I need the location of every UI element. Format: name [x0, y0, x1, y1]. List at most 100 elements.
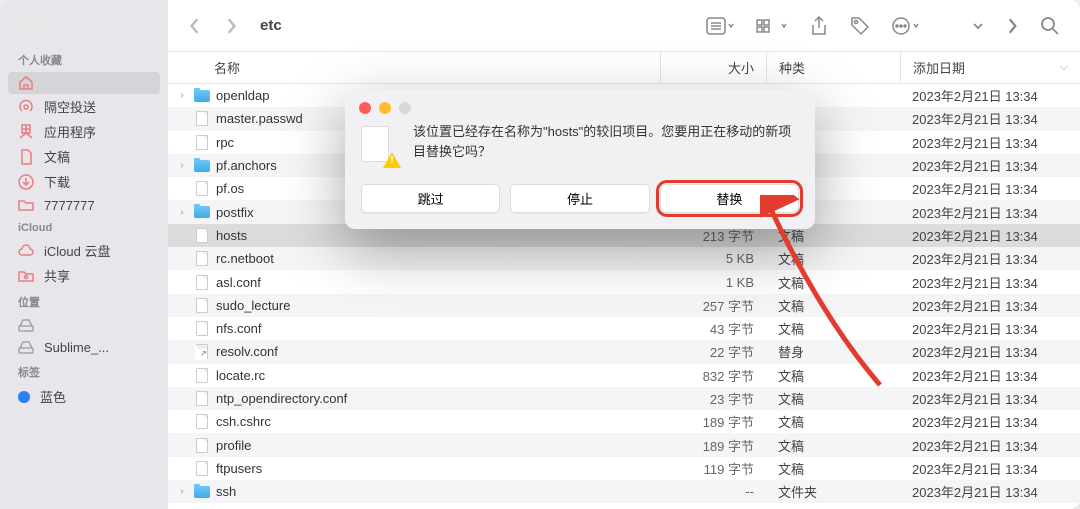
replace-button[interactable]: 替换	[660, 184, 799, 213]
warning-document-icon: !	[361, 126, 401, 166]
file-date: 2023年2月21日 13:34	[900, 296, 1080, 315]
sidebar-item[interactable]: 应用程序	[0, 119, 168, 144]
dialog-close-button[interactable]	[359, 102, 371, 114]
finder-window: 个人收藏隔空投送应用程序文稿下载7777777iCloudiCloud 云盘共享…	[0, 0, 1080, 509]
sidebar-item-label: 下载	[44, 172, 70, 191]
file-kind: 替身	[766, 342, 900, 361]
file-name: postfix	[216, 205, 254, 220]
file-kind: 文稿	[766, 436, 900, 455]
file-date: 2023年2月21日 13:34	[900, 436, 1080, 455]
stop-button[interactable]: 停止	[510, 184, 649, 213]
file-name: sudo_lecture	[216, 298, 290, 313]
file-date: 2023年2月21日 13:34	[900, 342, 1080, 361]
file-date: 2023年2月21日 13:34	[900, 203, 1080, 222]
forward-button[interactable]	[220, 15, 242, 37]
file-row[interactable]: rc.netboot5 KB文稿2023年2月21日 13:34	[168, 247, 1080, 270]
file-row[interactable]: profile189 字节文稿2023年2月21日 13:34	[168, 433, 1080, 456]
sidebar-item[interactable]: 下载	[0, 169, 168, 194]
file-date: 2023年2月21日 13:34	[900, 133, 1080, 152]
sidebar-item-label: 文稿	[44, 147, 70, 166]
file-row[interactable]: resolv.conf22 字节替身2023年2月21日 13:34	[168, 340, 1080, 363]
file-name: hosts	[216, 228, 247, 243]
file-size: --	[660, 484, 766, 499]
disclosure-triangle[interactable]: ›	[176, 160, 188, 171]
replace-dialog: ! 该位置已经存在名称为"hosts"的较旧项目。您要用正在移动的新项目替换它吗…	[345, 90, 815, 229]
col-date-header[interactable]: 添加日期⌵	[900, 52, 1080, 83]
sidebar-item[interactable]	[8, 72, 160, 94]
minimize-button[interactable]	[36, 18, 48, 30]
view-list-button[interactable]	[702, 13, 738, 39]
disk-icon	[18, 339, 34, 355]
share-icon	[18, 268, 34, 284]
sidebar-item[interactable]: iCloud 云盘	[0, 238, 168, 263]
sidebar-item[interactable]: 蓝色	[0, 384, 168, 409]
skip-button[interactable]: 跳过	[361, 184, 500, 213]
file-name: ftpusers	[216, 461, 262, 476]
file-name: openldap	[216, 88, 270, 103]
disclosure-triangle[interactable]: ›	[176, 207, 188, 218]
sidebar-section-header: 标签	[0, 358, 168, 384]
sidebar-section-header: 个人收藏	[0, 46, 168, 72]
file-size: 257 字节	[660, 296, 766, 315]
search-button[interactable]	[1036, 12, 1064, 40]
file-row[interactable]: ntp_opendirectory.conf23 字节文稿2023年2月21日 …	[168, 387, 1080, 410]
disclosure-triangle[interactable]: ›	[176, 90, 188, 101]
file-row[interactable]: ›ssh--文件夹2023年2月21日 13:34	[168, 480, 1080, 503]
col-size-header[interactable]: 大小	[660, 52, 766, 83]
file-row[interactable]: locate.rc832 字节文稿2023年2月21日 13:34	[168, 364, 1080, 387]
doc-icon	[194, 414, 210, 430]
sidebar-item[interactable]: 隔空投送	[0, 94, 168, 119]
back-button[interactable]	[184, 15, 206, 37]
file-row[interactable]: csh.cshrc 189 字节文稿2023年2月21日 13:34	[168, 410, 1080, 433]
sort-chevron-icon: ⌵	[1060, 61, 1068, 74]
cloud-icon	[18, 243, 34, 259]
home-icon	[18, 75, 34, 91]
file-name: resolv.conf	[216, 344, 278, 359]
file-row[interactable]: ftpusers119 字节文稿2023年2月21日 13:34	[168, 457, 1080, 480]
sidebar-item-label: 共享	[44, 266, 70, 285]
file-kind: 文稿	[766, 319, 900, 338]
disk-icon	[18, 317, 34, 333]
folder-icon	[18, 197, 34, 213]
file-date: 2023年2月21日 13:34	[900, 389, 1080, 408]
dropdown-button[interactable]	[968, 16, 988, 36]
sidebar-item[interactable]	[0, 314, 168, 336]
doc-icon	[194, 391, 210, 407]
actions-button[interactable]	[888, 13, 924, 39]
file-name: profile	[216, 438, 251, 453]
tags-button[interactable]	[846, 12, 874, 40]
dialog-minimize-button[interactable]	[379, 102, 391, 114]
file-size: 43 字节	[660, 319, 766, 338]
sidebar-item[interactable]: 文稿	[0, 144, 168, 169]
file-name: ntp_opendirectory.conf	[216, 391, 347, 406]
doc-icon	[194, 367, 210, 383]
maximize-button[interactable]	[56, 18, 68, 30]
file-date: 2023年2月21日 13:34	[900, 319, 1080, 338]
sidebar-item[interactable]: 7777777	[0, 194, 168, 216]
file-row[interactable]: asl.conf1 KB文稿2023年2月21日 13:34	[168, 270, 1080, 293]
disclosure-triangle[interactable]: ›	[176, 486, 188, 497]
sidebar-item-label: Sublime_...	[44, 340, 109, 355]
file-date: 2023年2月21日 13:34	[900, 412, 1080, 431]
col-kind-header[interactable]: 种类	[766, 52, 900, 83]
file-name: nfs.conf	[216, 321, 262, 336]
sidebar-toggle[interactable]	[1002, 13, 1022, 39]
sidebar-item[interactable]: 共享	[0, 263, 168, 288]
file-row[interactable]: nfs.conf 43 字节文稿2023年2月21日 13:34	[168, 317, 1080, 340]
file-kind: 文稿	[766, 412, 900, 431]
group-button[interactable]	[752, 13, 792, 39]
file-size: 189 字节	[660, 412, 766, 431]
file-name: rc.netboot	[216, 251, 274, 266]
alias-icon	[194, 344, 210, 360]
file-row[interactable]: sudo_lecture257 字节文稿2023年2月21日 13:34	[168, 294, 1080, 317]
sidebar-section-header: iCloud	[0, 216, 168, 238]
file-date: 2023年2月21日 13:34	[900, 109, 1080, 128]
share-button[interactable]	[806, 12, 832, 40]
file-name: pf.os	[216, 181, 244, 196]
close-button[interactable]	[16, 18, 28, 30]
col-name-header[interactable]: 名称	[168, 52, 660, 83]
sidebar-item-label: iCloud 云盘	[44, 241, 110, 260]
sidebar-item[interactable]: Sublime_...	[0, 336, 168, 358]
file-date: 2023年2月21日 13:34	[900, 249, 1080, 268]
file-name: csh.cshrc	[216, 414, 271, 429]
